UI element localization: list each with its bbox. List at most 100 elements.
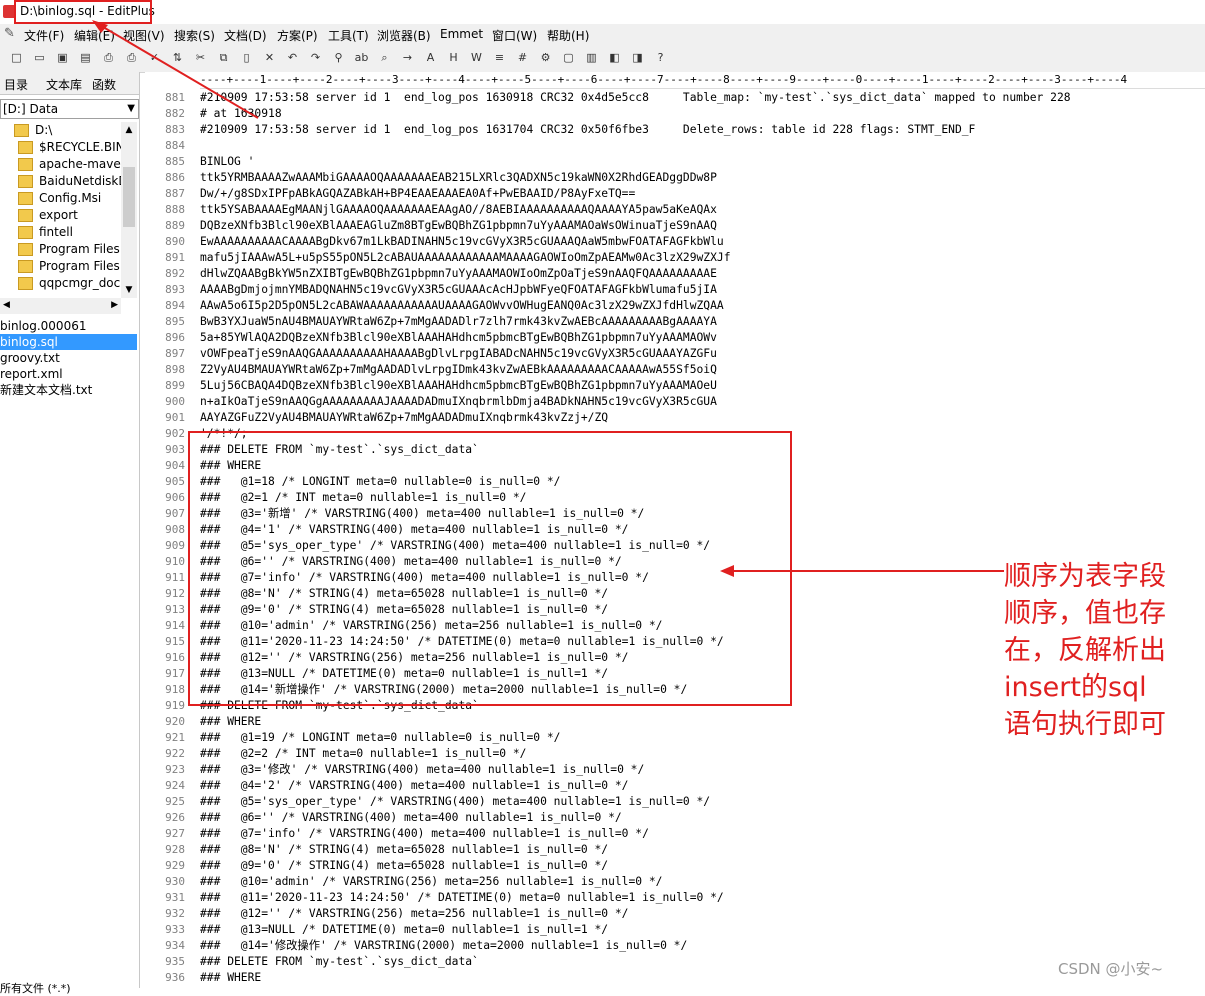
save-icon[interactable]: ▣ xyxy=(54,49,71,66)
code-line[interactable]: ### @11='2020-11-23 14:24:50' /* DATETIM… xyxy=(200,890,1071,906)
folder-item[interactable]: BaiduNetdiskD xyxy=(18,173,121,190)
tab-directory[interactable]: 目录 xyxy=(4,76,28,93)
code-line[interactable]: ### @5='sys_oper_type' /* VARSTRING(400)… xyxy=(200,794,1071,810)
code-line[interactable]: ### @12='' /* VARSTRING(256) meta=256 nu… xyxy=(200,906,1071,922)
copy-icon[interactable]: ⧉ xyxy=(215,49,232,66)
print-icon[interactable]: ⎙ xyxy=(123,49,140,66)
menu-project[interactable]: 方案(P) xyxy=(277,27,318,44)
tab-functions[interactable]: 函数 xyxy=(92,76,116,93)
find-in-files-icon[interactable]: ⌕ xyxy=(376,49,393,66)
menu-window[interactable]: 窗口(W) xyxy=(492,27,537,44)
code-line[interactable]: ### DELETE FROM `my-test`.`sys_dict_data… xyxy=(200,954,1071,970)
save-all-icon[interactable]: ▤ xyxy=(77,49,94,66)
menu-help[interactable]: 帮助(H) xyxy=(547,27,589,44)
code-line[interactable]: n+aIkOaTjeS9nAAQGgAAAAAAAAAJAAAADADmuIXn… xyxy=(200,394,1071,410)
code-line[interactable]: 5Luj56CBAQA4DQBzeXNfb3Blcl90eXBlAAAHAHdh… xyxy=(200,378,1071,394)
file-item[interactable]: 新建文本文档.txt xyxy=(0,382,137,398)
code-line[interactable]: AAAABgDmjojmnYMBADQNAHN5c19vcGVyX3R5cGUA… xyxy=(200,282,1071,298)
folder-item[interactable]: qqpcmgr_doc xyxy=(18,275,120,292)
menu-search[interactable]: 搜索(S) xyxy=(174,27,215,44)
menu-edit[interactable]: 编辑(E) xyxy=(74,27,115,44)
menu-document[interactable]: 文档(D) xyxy=(224,27,267,44)
scroll-left-icon[interactable]: ◀ xyxy=(3,300,10,310)
code-line[interactable]: vOWFpeaTjeS9nAAQGAAAAAAAAAAHAAAABgDlvLrp… xyxy=(200,346,1071,362)
tab-cliptext[interactable]: 文本库 xyxy=(46,76,82,93)
browser-icon[interactable]: ◧ xyxy=(606,49,623,66)
folder-item[interactable]: Program Files xyxy=(18,241,120,258)
help-icon[interactable]: ? xyxy=(652,49,669,66)
code-line[interactable]: dHlwZQAABgBkYW5nZXIBTgEwBQBhZG1pbpmn7uYy… xyxy=(200,266,1071,282)
scroll-up-icon[interactable]: ▲ xyxy=(121,122,137,138)
code-line[interactable]: ### WHERE xyxy=(200,714,1071,730)
cut-icon[interactable]: ✂ xyxy=(192,49,209,66)
folder-item[interactable]: apache-maven xyxy=(18,156,121,173)
code-line[interactable]: AAYAZGFuZ2VyAU4BMAUAYWRtaW6Zp+7mMgAADADm… xyxy=(200,410,1071,426)
scroll-right-icon[interactable]: ▶ xyxy=(111,300,118,310)
code-line[interactable]: BwB3YXJuaW5nAU4BMAUAYWRtaW6Zp+7mMgAADADl… xyxy=(200,314,1071,330)
file-item[interactable]: binlog.sql xyxy=(0,334,137,350)
code-line[interactable]: #210909 17:53:58 server id 1 end_log_pos… xyxy=(200,122,1071,138)
folder-item[interactable]: fintell xyxy=(18,224,73,241)
spell-check-icon[interactable]: ✓ xyxy=(146,49,163,66)
menu-browser[interactable]: 浏览器(B) xyxy=(377,27,431,44)
code-line[interactable]: ### @9='0' /* STRING(4) meta=65028 nulla… xyxy=(200,858,1071,874)
code-line[interactable]: # at 1630918 xyxy=(200,106,1071,122)
delete-icon[interactable]: ✕ xyxy=(261,49,278,66)
ftp-icon[interactable]: ⇅ xyxy=(169,49,186,66)
open-icon[interactable]: ▭ xyxy=(31,49,48,66)
code-line[interactable]: Dw/+/g8SDxIPFpABkAGQAZABkAH+BP4EAAEAAAEA… xyxy=(200,186,1071,202)
font-icon[interactable]: A xyxy=(422,49,439,66)
undo-icon[interactable]: ↶ xyxy=(284,49,301,66)
file-item[interactable]: report.xml xyxy=(0,366,137,382)
folder-tree-hscrollbar[interactable]: ◀ ▶ xyxy=(0,298,121,314)
file-filter[interactable]: 所有文件 (*.*) xyxy=(0,980,139,996)
folder-item[interactable]: Program Files xyxy=(18,258,120,275)
folder-item[interactable]: export xyxy=(18,207,78,224)
code-line[interactable]: Z2VyAU4BMAUAYWRtaW6Zp+7mMgAADADlvLrpgIDm… xyxy=(200,362,1071,378)
clip-icon[interactable]: ◨ xyxy=(629,49,646,66)
replace-icon[interactable]: ab xyxy=(353,49,370,66)
line-number-icon[interactable]: ≡ xyxy=(491,49,508,66)
scroll-down-icon[interactable]: ▼ xyxy=(121,282,137,298)
column-icon[interactable]: ▥ xyxy=(583,49,600,66)
code-line[interactable]: ### @6='' /* VARSTRING(400) meta=400 nul… xyxy=(200,810,1071,826)
code-line[interactable]: #210909 17:53:58 server id 1 end_log_pos… xyxy=(200,90,1071,106)
folder-item[interactable]: Config.Msi xyxy=(18,190,101,207)
code-line[interactable]: 5a+85YWlAQA2DQBzeXNfb3Blcl90eXBlAAAHAHdh… xyxy=(200,330,1071,346)
code-line[interactable]: ### @13=NULL /* DATETIME(0) meta=0 nulla… xyxy=(200,922,1071,938)
code-line[interactable]: mafu5jIAAAwA5L+u5pS55pON5L2cABAUAAAAAAAA… xyxy=(200,250,1071,266)
find-icon[interactable]: ⚲ xyxy=(330,49,347,66)
word-wrap-icon[interactable]: W xyxy=(468,49,485,66)
folder-tree-scrollbar[interactable]: ▲ ▼ xyxy=(121,122,137,298)
ruler-icon[interactable]: # xyxy=(514,49,531,66)
file-item[interactable]: groovy.txt xyxy=(0,350,137,366)
code-line[interactable]: ### @10='admin' /* VARSTRING(256) meta=2… xyxy=(200,874,1071,890)
code-line[interactable]: ttk5YRMBAAAAZwAAAMbiGAAAAOQAAAAAAAEAB215… xyxy=(200,170,1071,186)
menu-tools[interactable]: 工具(T) xyxy=(328,27,369,44)
code-line[interactable]: ttk5YSABAAAAEgMAANjlGAAAAOQAAAAAAAEAAgAO… xyxy=(200,202,1071,218)
drive-select[interactable]: [D:] Data ▼ xyxy=(0,99,139,119)
code-line[interactable]: ### @7='info' /* VARSTRING(400) meta=400… xyxy=(200,826,1071,842)
code-line[interactable] xyxy=(200,138,1071,154)
html-toolbar-icon[interactable]: H xyxy=(445,49,462,66)
code-line[interactable]: AAwA5o6I5p2D5pON5L2cABAWAAAAAAAAAAAUAAAA… xyxy=(200,298,1071,314)
scrollbar-thumb[interactable] xyxy=(123,167,135,227)
folder-item[interactable]: D:\ xyxy=(14,122,52,139)
window-icon[interactable]: ▢ xyxy=(560,49,577,66)
file-item[interactable]: binlog.000061 xyxy=(0,318,137,334)
code-line[interactable]: ### @14='修改操作' /* VARSTRING(2000) meta=2… xyxy=(200,938,1071,954)
new-file-icon[interactable]: □ xyxy=(8,49,25,66)
code-line[interactable]: ### @8='N' /* STRING(4) meta=65028 nulla… xyxy=(200,842,1071,858)
folder-item[interactable]: $RECYCLE.BIN xyxy=(18,139,121,156)
code-line[interactable]: ### @4='2' /* VARSTRING(400) meta=400 nu… xyxy=(200,778,1071,794)
code-line[interactable]: ### @1=19 /* LONGINT meta=0 nullable=0 i… xyxy=(200,730,1071,746)
menu-file[interactable]: 文件(F) xyxy=(24,27,64,44)
settings-icon[interactable]: ⚙ xyxy=(537,49,554,66)
menu-emmet[interactable]: Emmet xyxy=(440,27,483,41)
redo-icon[interactable]: ↷ xyxy=(307,49,324,66)
code-line[interactable]: EwAAAAAAAAAACAAAABgDkv67m1LkBADINAHN5c19… xyxy=(200,234,1071,250)
code-line[interactable]: ### @2=2 /* INT meta=0 nullable=1 is_nul… xyxy=(200,746,1071,762)
goto-icon[interactable]: → xyxy=(399,49,416,66)
code-line[interactable]: DQBzeXNfb3Blcl90eXBlAAAEAGluZm8BTgEwBQBh… xyxy=(200,218,1071,234)
code-line[interactable]: ### WHERE xyxy=(200,970,1071,986)
